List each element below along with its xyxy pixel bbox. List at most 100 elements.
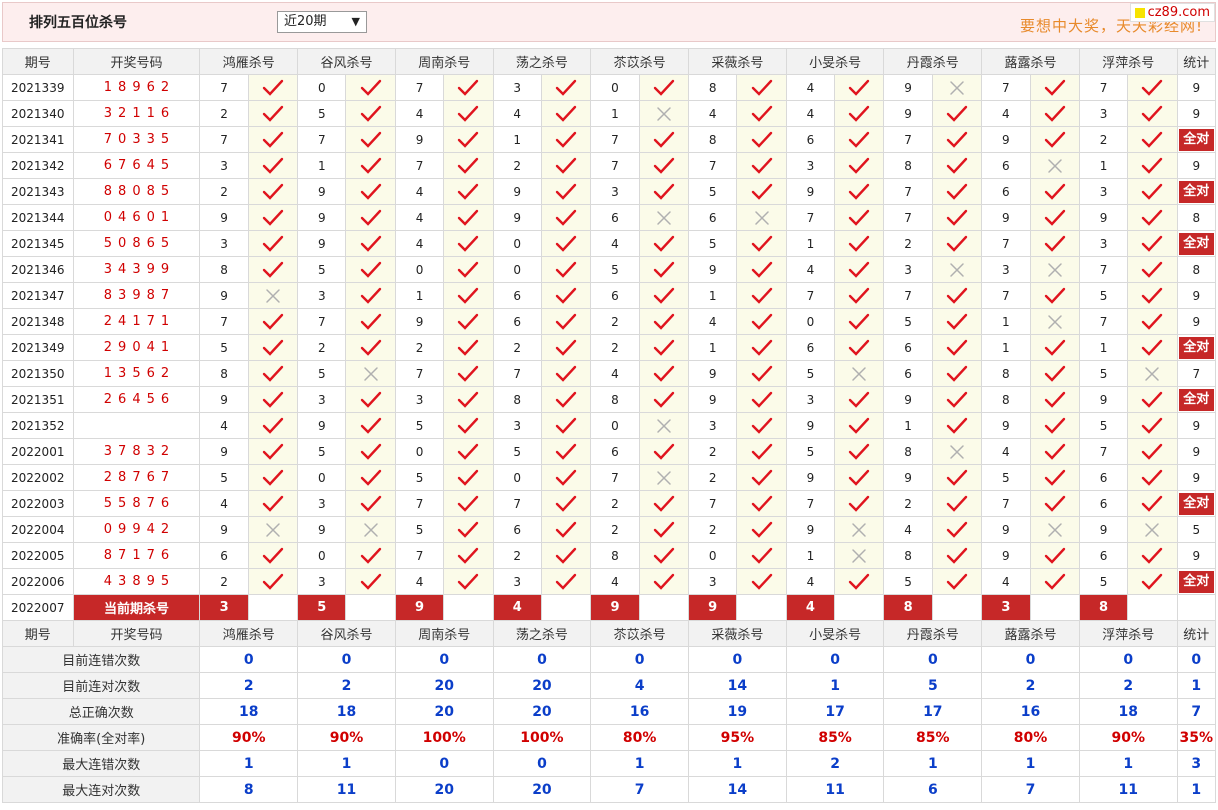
result-mark-cell xyxy=(443,230,494,257)
total-cell: 全对 xyxy=(1176,230,1217,257)
kill-number-cell: 0 xyxy=(297,464,347,491)
stats-value: 0 xyxy=(883,646,983,673)
result-mark-cell xyxy=(834,126,885,153)
draw-numbers-cell: 37832 xyxy=(72,438,201,465)
kill-number-cell: 4 xyxy=(785,568,836,595)
check-icon xyxy=(751,365,772,382)
result-mark-cell xyxy=(638,412,690,439)
result-mark-cell xyxy=(540,126,592,153)
check-icon xyxy=(555,365,577,382)
result-mark-cell xyxy=(540,516,592,543)
check-icon xyxy=(653,443,675,460)
check-icon xyxy=(946,235,968,252)
result-mark-cell xyxy=(540,308,592,335)
check-icon xyxy=(458,521,479,538)
check-icon xyxy=(751,339,772,356)
kill-number-cell: 8 xyxy=(883,542,933,569)
kill-number-cell: 0 xyxy=(394,256,445,283)
result-mark-cell xyxy=(638,282,690,309)
result-mark-cell xyxy=(1127,386,1178,413)
kill-number-cell: 2 xyxy=(590,490,640,517)
result-mark-cell xyxy=(443,74,494,101)
stats-value: 100% xyxy=(394,724,494,751)
result-mark-cell xyxy=(1029,308,1080,335)
result-mark-cell xyxy=(345,230,396,257)
kill-number-cell: 8 xyxy=(199,360,249,387)
result-mark-cell xyxy=(345,204,396,231)
total-cell: 9 xyxy=(1176,412,1217,439)
stats-row: 准确率(全对率) 90% 90% 100% 100% 80% 95% 85% 85% 80% 90%… xyxy=(1,724,1217,751)
col-expert-header: 蕗露杀号 xyxy=(981,48,1080,75)
stats-value: 20 xyxy=(492,776,592,803)
result-mark-cell xyxy=(540,74,592,101)
check-icon xyxy=(751,287,772,304)
kill-number-cell: 1 xyxy=(688,282,738,309)
stats-value: 85% xyxy=(883,724,983,751)
result-mark-cell xyxy=(1029,464,1080,491)
stats-value: 80% xyxy=(981,724,1080,751)
result-mark-cell xyxy=(638,152,690,179)
result-mark-cell xyxy=(540,568,592,595)
result-mark-cell xyxy=(1029,178,1080,205)
stats-row: 目前连对次数 2 2 20 20 4 14 1 5 2 2 1 xyxy=(1,672,1217,699)
col-expert-header: 周南杀号 xyxy=(394,48,494,75)
stats-value: 4 xyxy=(590,672,690,699)
draw-numbers-cell: 55876 xyxy=(72,490,201,517)
kill-number-cell: 5 xyxy=(297,360,347,387)
draw-numbers-cell: 13562 xyxy=(72,360,201,387)
result-mark-cell xyxy=(247,542,299,569)
result-mark-cell xyxy=(736,438,787,465)
kill-number-cell: 3 xyxy=(297,490,347,517)
stats-value: 1 xyxy=(981,750,1080,777)
cross-icon xyxy=(754,210,769,225)
stats-value: 20 xyxy=(492,698,592,725)
current-kill-label: 当前期杀号 xyxy=(72,594,201,621)
period-select[interactable]: 近20期 ▼ xyxy=(277,11,367,33)
draw-numbers-cell: 34399 xyxy=(72,256,201,283)
kill-number-cell: 0 xyxy=(590,412,640,439)
draw-numbers-cell: 43895 xyxy=(72,568,201,595)
check-icon xyxy=(849,443,870,460)
cross-icon xyxy=(1047,522,1062,537)
col-numbers-header: 开奖号码 xyxy=(72,620,201,647)
kill-number-cell: 8 xyxy=(688,74,738,101)
result-mark-cell xyxy=(540,490,592,517)
kill-number-cell: 5 xyxy=(1078,568,1129,595)
check-icon xyxy=(653,131,675,148)
draw-numbers-cell: 70335 xyxy=(72,126,201,153)
result-mark-cell xyxy=(443,412,494,439)
stats-value: 2 xyxy=(1078,672,1178,699)
kill-number-cell: 7 xyxy=(785,490,836,517)
result-mark-cell xyxy=(540,334,592,361)
check-icon xyxy=(946,339,968,356)
site-badge[interactable]: cz89.com xyxy=(1129,3,1215,22)
check-icon xyxy=(1142,443,1163,460)
kill-number-cell: 8 xyxy=(492,386,542,413)
kill-number-cell: 4 xyxy=(688,100,738,127)
result-mark-cell xyxy=(834,204,885,231)
check-icon xyxy=(555,573,577,590)
all-correct-badge: 全对 xyxy=(1178,492,1214,515)
draw-numbers-cell: 09942 xyxy=(72,516,201,543)
kill-number-cell: 3 xyxy=(688,568,738,595)
kill-number-cell: 0 xyxy=(492,256,542,283)
result-mark-cell xyxy=(345,126,396,153)
check-icon xyxy=(262,105,284,122)
check-icon xyxy=(262,235,284,252)
result-mark-cell xyxy=(443,386,494,413)
result-mark-cell xyxy=(1029,282,1080,309)
kill-number-cell: 3 xyxy=(492,412,542,439)
check-icon xyxy=(653,495,675,512)
kill-number-cell: 9 xyxy=(785,464,836,491)
result-mark-cell xyxy=(931,386,983,413)
result-mark-cell xyxy=(443,542,494,569)
result-mark-cell xyxy=(931,230,983,257)
result-mark-cell xyxy=(540,178,592,205)
current-kill-number: 8 xyxy=(883,594,933,621)
check-icon xyxy=(751,261,772,278)
result-mark-cell xyxy=(443,464,494,491)
empty-cell xyxy=(1029,594,1080,621)
check-icon xyxy=(849,79,870,96)
kill-number-cell: 3 xyxy=(1078,178,1129,205)
check-icon xyxy=(555,547,577,564)
